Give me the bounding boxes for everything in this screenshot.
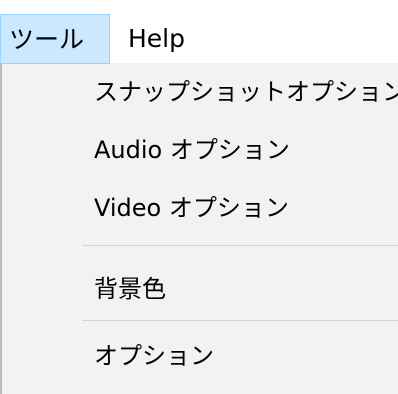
- menu-help[interactable]: Help: [122, 14, 185, 64]
- menu-item-label: Video オプション: [94, 194, 289, 222]
- menu-help-label: Help: [128, 24, 185, 53]
- menu-item-label: Audio オプション: [94, 136, 290, 164]
- menu-tools-label: ツール: [9, 25, 85, 54]
- menu-item-video-options[interactable]: Video オプション: [94, 188, 289, 228]
- menu-bar: ツール Help: [0, 0, 398, 64]
- menu-item-label: オプション: [94, 342, 214, 370]
- menu-item-background-color[interactable]: 背景色: [94, 269, 166, 309]
- menu-item-audio-options[interactable]: Audio オプション: [94, 130, 290, 170]
- menu-separator: [82, 245, 398, 246]
- menu-item-label: 背景色: [94, 275, 166, 303]
- menu-item-options[interactable]: オプション: [94, 336, 214, 376]
- menu-separator: [82, 320, 398, 321]
- menu-tools[interactable]: ツール: [0, 14, 110, 64]
- menu-item-snapshot-options[interactable]: スナップショットオプション: [94, 72, 398, 112]
- tools-dropdown-menu: スナップショットオプション Audio オプション Video オプション 背景…: [0, 64, 398, 394]
- menu-item-label: スナップショットオプション: [94, 78, 398, 106]
